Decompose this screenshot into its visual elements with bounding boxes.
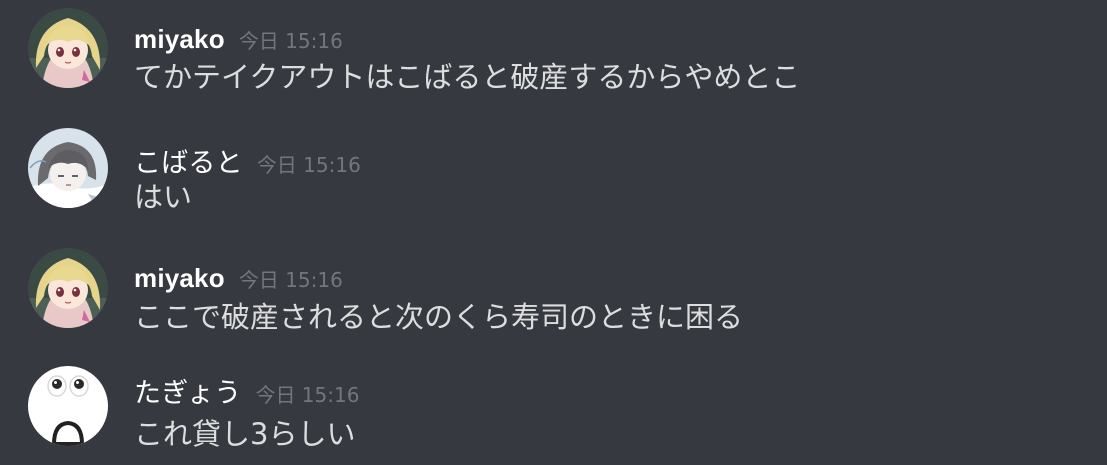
anime-girl-avatar-icon[interactable] [28,248,108,328]
grey-hair-sketch-avatar-icon[interactable] [28,128,108,208]
message-content: これ貸し3らしい [134,417,356,451]
anime-girl-avatar-icon[interactable] [28,8,108,88]
message-header: たぎょう 今日 15:16 [134,371,359,410]
message-header: miyako 今日 15:16 [134,24,343,55]
timestamp: 今日 15:16 [255,383,360,407]
username[interactable]: miyako [134,263,225,293]
message-header: miyako 今日 15:16 [134,263,343,294]
username[interactable]: miyako [134,24,225,54]
message-content: ここで破産されると次のくら寿司のときに困る [134,300,744,334]
message-content: てかテイクアウトはこばると破産するからやめとこ [134,60,801,94]
shocked-face-avatar-icon[interactable] [28,366,108,446]
username[interactable]: たぎょう [134,378,241,409]
timestamp: 今日 15:16 [238,268,343,292]
message-content: はい [134,180,193,214]
timestamp: 今日 15:16 [256,153,361,177]
timestamp: 今日 15:16 [238,29,343,53]
